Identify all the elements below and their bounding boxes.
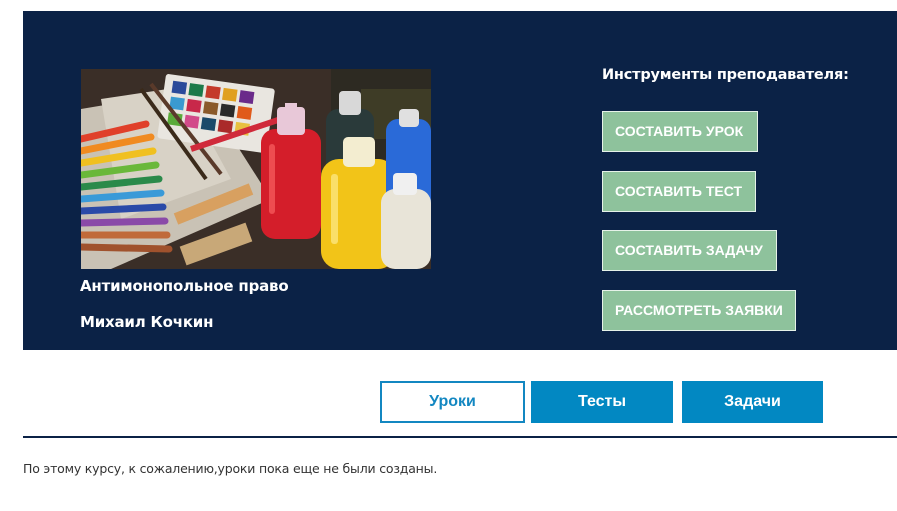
tab-tests[interactable]: Тесты <box>531 381 673 423</box>
course-author: Михаил Кочкин <box>80 313 214 331</box>
content-divider <box>23 436 897 438</box>
course-page: Антимонопольное право Михаил Кочкин Инст… <box>0 0 897 511</box>
create-task-button[interactable]: СОСТАВИТЬ ЗАДАЧУ <box>602 230 777 271</box>
review-applications-button[interactable]: РАССМОТРЕТЬ ЗАЯВКИ <box>602 290 796 331</box>
empty-lessons-message: По этому курсу, к сожалению,уроки пока е… <box>23 461 438 476</box>
tab-tasks[interactable]: Задачи <box>682 381 823 423</box>
course-cover-image <box>81 69 431 269</box>
create-lesson-button[interactable]: СОСТАВИТЬ УРОК <box>602 111 758 152</box>
teacher-tools-heading: Инструменты преподавателя: <box>602 67 849 83</box>
course-header: Антимонопольное право Михаил Кочкин Инст… <box>23 11 897 350</box>
tab-lessons[interactable]: Уроки <box>380 381 525 423</box>
course-title: Антимонопольное право <box>80 277 289 295</box>
create-test-button[interactable]: СОСТАВИТЬ ТЕСТ <box>602 171 756 212</box>
